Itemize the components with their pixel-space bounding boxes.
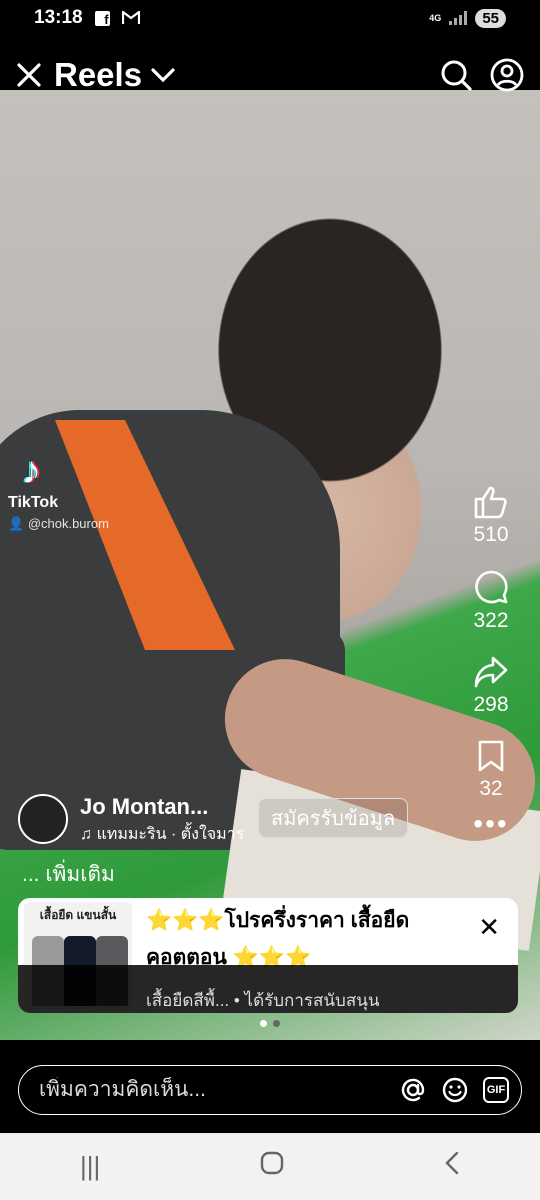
avatar[interactable] (18, 794, 68, 844)
facebook-icon: f (94, 10, 110, 26)
page-dot-active (260, 1020, 267, 1027)
ad-headline: ⭐⭐⭐โปรครึ่งราคา เสื้อยืด (146, 909, 410, 932)
page-indicator (0, 1020, 540, 1027)
profile-icon[interactable] (490, 58, 524, 92)
comment-button[interactable]: 322 (473, 569, 509, 633)
status-bar: 13:18 f 4G 55 (0, 0, 540, 36)
comment-input[interactable] (37, 1077, 385, 1103)
search-icon[interactable] (440, 59, 472, 91)
recent-apps-icon[interactable]: ||| (80, 1151, 100, 1182)
music-note-icon: ♫ (80, 826, 92, 843)
emoji-icon[interactable] (441, 1076, 469, 1104)
ad-footer: เสื้อยืดสีพื้... • ได้รับการสนับสนุน ••• (18, 965, 518, 1013)
subscribe-button[interactable]: สมัครรับข้อมูล (258, 798, 409, 838)
author-name[interactable]: Jo Montan... (80, 794, 208, 820)
comment-count: 322 (473, 609, 509, 632)
see-more-link[interactable]: ... เพิ่มเติม (22, 858, 115, 891)
share-arrow-icon (474, 656, 508, 688)
like-count: 510 (473, 523, 509, 546)
like-button[interactable]: 510 (473, 485, 509, 547)
tiktok-watermark: ♪ TikTok 👤 @chok.burom (8, 452, 109, 532)
tiktok-logo-text: TikTok (8, 494, 59, 511)
network-type: 4G (429, 12, 442, 23)
top-bar: Reels (0, 48, 540, 102)
tiktok-note-icon: ♪ (22, 450, 41, 492)
ad-close-icon[interactable]: ✕ (478, 912, 500, 943)
ad-footer-text: เสื้อยืดสีพื้... • ได้รับการสนับสนุน (146, 991, 380, 1010)
ad-thumb-header: เสื้อยืด แขนสั้น (39, 908, 117, 922)
music-title[interactable]: แทมมะริน · ตั้งใจมาร (96, 826, 244, 843)
tiktok-username: @chok.burom (27, 516, 109, 531)
comment-bubble-icon (475, 570, 508, 604)
gif-icon[interactable]: GIF (483, 1077, 509, 1103)
action-column: 510 322 298 32 ••• (456, 485, 526, 838)
signal-icon (449, 11, 468, 25)
share-button[interactable]: 298 (473, 655, 509, 717)
system-nav-bar: ||| (0, 1133, 540, 1200)
page-dot (273, 1020, 280, 1027)
comment-bar: GIF (18, 1065, 522, 1115)
author-row: Jo Montan... ♫ แทมมะริน · ตั้งใจมาร (18, 790, 488, 850)
sponsored-ad-card[interactable]: เสื้อยืด แขนสั้น ⭐⭐⭐โปรครึ่งราคา เสื้อยื… (18, 898, 518, 1013)
battery-indicator: 55 (475, 8, 506, 28)
user-icon: 👤 (8, 516, 25, 531)
thumbs-up-icon (474, 486, 507, 519)
bookmark-icon (478, 740, 504, 772)
chevron-down-icon[interactable] (150, 65, 176, 85)
back-icon[interactable] (444, 1151, 460, 1182)
home-icon[interactable] (260, 1151, 284, 1182)
share-count: 298 (473, 693, 509, 716)
gmail-icon (121, 11, 140, 24)
page-title[interactable]: Reels (54, 56, 142, 94)
close-icon[interactable] (16, 62, 42, 88)
clock: 13:18 (34, 7, 83, 28)
mention-icon[interactable] (399, 1076, 427, 1104)
